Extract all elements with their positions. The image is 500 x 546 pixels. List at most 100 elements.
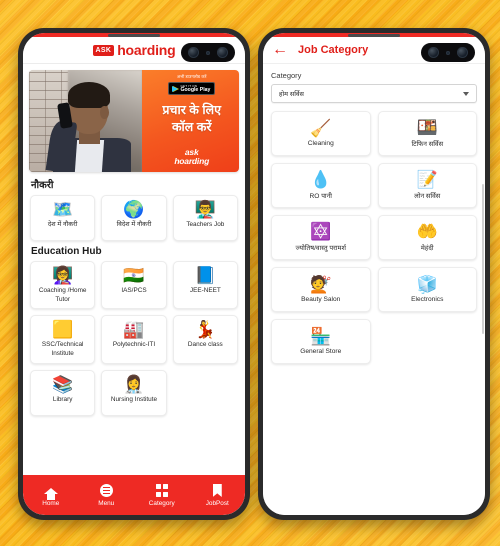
astrology-wheel-icon: 🔯 [310, 222, 332, 241]
mehndi-hand-icon: 🤲 [416, 222, 438, 241]
earpiece-speaker [108, 34, 160, 37]
businessman-illustration [45, 78, 142, 172]
india-flag-icon: 🇮🇳 [123, 266, 145, 285]
job-card-general-store[interactable]: 🏪 General Store [271, 319, 371, 364]
classroom-teacher-icon: 👩‍🏫 [52, 266, 74, 285]
job-card-mehndi[interactable]: 🤲 मेहंदी [377, 215, 477, 260]
card-label: RO पानी [309, 193, 333, 200]
nav-label: JobPost [205, 500, 229, 507]
banner-headline-line1: प्रचार के लिए [162, 103, 221, 118]
category-card-desh-me-naukri[interactable]: 🗺️ देश में नौकरी [30, 195, 96, 241]
job-card-electronics[interactable]: 🧊 Electronics [377, 267, 477, 312]
cleaning-supplies-icon: 🧹 [310, 119, 332, 138]
card-label: SSC/Technical Institute [41, 341, 84, 357]
job-card-astrology-vastu[interactable]: 🔯 ज्योतिष/वास्तु परामर्श [271, 215, 371, 260]
chevron-down-icon [463, 91, 469, 96]
google-play-badge[interactable]: GET IT ON Google Play [167, 82, 216, 96]
category-field-label: Category [271, 71, 302, 80]
card-label: IAS/PCS [121, 287, 147, 294]
nav-item-menu[interactable]: Menu [83, 483, 129, 507]
bottom-navigation-bar: Home Menu Category JobPost [23, 475, 245, 515]
camera-sensor-icon [205, 50, 210, 55]
jobpost-bookmark-icon [210, 483, 225, 498]
job-card-cleaning[interactable]: 🧹 Cleaning [271, 111, 371, 156]
job-category-grid: 🧹 Cleaning 🍱 टिफिन सर्विस 💧 RO पानी 📝 लो… [263, 103, 485, 364]
card-label: JEE-NEET [189, 287, 221, 294]
card-label: मेहंदी [420, 245, 434, 252]
beauty-salon-icon: 💇 [310, 275, 332, 294]
category-card-ias-pcs[interactable]: 🇮🇳 IAS/PCS [101, 261, 167, 310]
scrollbar[interactable] [482, 184, 484, 334]
card-label: Polytechnic-ITI [112, 341, 156, 349]
category-card-library[interactable]: 📚 Library [30, 369, 96, 416]
camera-lens-secondary-icon [216, 47, 228, 58]
category-card-coaching-home-tutor[interactable]: 👩‍🏫 Coaching /Home Tutor [30, 261, 96, 310]
category-select[interactable]: होम सर्विस [271, 84, 477, 103]
phone-mockup-right: ← Job Category Category होम सर्विस 🧹 Cle… [256, 26, 492, 522]
home-icon [43, 483, 58, 500]
category-selected-value: होम सर्विस [279, 91, 304, 98]
promo-banner[interactable]: अभी डाउनलोड करें GET IT ON Google Play प… [29, 70, 239, 172]
job-card-beauty-salon[interactable]: 💇 Beauty Salon [271, 267, 371, 312]
banner-headline: प्रचार के लिए कॉल करें [162, 102, 221, 135]
card-label: Nursing Institute [110, 395, 158, 403]
card-label: टिफिन सर्विस [411, 141, 444, 148]
nav-label: Menu [98, 500, 115, 507]
back-arrow-icon[interactable]: ← [272, 42, 288, 58]
teacher-icon: 👨‍🏫 [194, 200, 216, 219]
job-card-tiffin-service[interactable]: 🍱 टिफिन सर्विस [377, 111, 477, 156]
industrial-icon: 🏭 [123, 320, 145, 340]
category-card-dance-class[interactable]: 💃 Dance class [172, 315, 238, 364]
jobs-card-grid: 🗺️ देश में नौकरी 🌍 विदेश में नौकरी 👨‍🏫 T… [23, 195, 245, 241]
google-play-name-label: Google Play [180, 86, 211, 93]
job-card-loan-service[interactable]: 📝 लोन सर्विस [377, 163, 477, 208]
category-card-polytechnic-iti[interactable]: 🏭 Polytechnic-ITI [101, 315, 167, 364]
section-title-education-hub: Education Hub [31, 246, 102, 257]
nav-item-home[interactable]: Home [28, 483, 74, 507]
banner-brand-line2: hoarding [174, 156, 210, 167]
banner-headline-line2: कॉल करें [171, 119, 212, 134]
education-card-grid: 👩‍🏫 Coaching /Home Tutor 🇮🇳 IAS/PCS 📘 JE… [23, 261, 245, 416]
card-label: देश में नौकरी [47, 221, 78, 228]
front-camera-cutout [181, 43, 235, 62]
google-play-icon [171, 85, 178, 92]
job-category-scroll-area[interactable]: Category होम सर्विस 🧹 Cleaning 🍱 टिफिन स… [263, 64, 485, 515]
app-logo[interactable]: ASK hoarding [92, 42, 176, 58]
card-label: लोन सर्विस [414, 193, 441, 200]
nav-item-category[interactable]: Category [139, 483, 185, 507]
category-card-nursing-institute[interactable]: 👩‍⚕️ Nursing Institute [101, 369, 167, 416]
store-icon: 🏪 [310, 327, 332, 346]
camera-lens-icon [428, 47, 440, 58]
tiffin-box-icon: 🍱 [416, 118, 438, 137]
category-card-videsh-me-naukri[interactable]: 🌍 विदेश में नौकरी [101, 195, 167, 241]
electronics-appliance-icon: 🧊 [416, 275, 438, 294]
ssc-badge-icon: 🟨 [52, 320, 74, 340]
job-card-ro-water[interactable]: 💧 RO पानी [271, 163, 371, 208]
india-map-icon: 🗺️ [52, 200, 74, 219]
nav-label: Home [42, 500, 60, 507]
card-label: Cleaning [307, 140, 334, 147]
banner-download-text: अभी डाउनलोड करें [176, 74, 207, 79]
card-label: विदेश में नौकरी [116, 221, 152, 228]
nav-item-jobpost[interactable]: JobPost [194, 483, 240, 507]
card-label: Teachers Job [186, 221, 225, 228]
card-label: Coaching /Home Tutor [38, 287, 87, 303]
right-phone-screen: ← Job Category Category होम सर्विस 🧹 Cle… [263, 33, 485, 515]
category-card-jee-neet[interactable]: 📘 JEE-NEET [172, 261, 238, 310]
card-label: Beauty Salon [301, 296, 341, 303]
card-label: ज्योतिष/वास्तु परामर्श [295, 245, 347, 252]
home-scroll-area[interactable]: अभी डाउनलोड करें GET IT ON Google Play प… [23, 64, 245, 475]
card-label: Electronics [411, 296, 444, 303]
globe-icon: 🌍 [123, 200, 145, 219]
phone-mockup-left: ASK hoarding अभी डाउनलोड करें GET IT ON … [16, 26, 252, 522]
category-card-teachers-job[interactable]: 👨‍🏫 Teachers Job [172, 195, 238, 241]
book-badge-icon: 📘 [194, 266, 216, 285]
camera-sensor-icon [445, 50, 450, 55]
category-grid-icon [154, 483, 169, 498]
card-label: Library [52, 395, 73, 403]
logo-badge-icon: ASK [92, 44, 115, 56]
page-title: Job Category [298, 44, 369, 56]
dancer-icon: 💃 [194, 320, 216, 340]
logo-text: hoarding [117, 42, 176, 58]
category-card-ssc-technical-institute[interactable]: 🟨 SSC/Technical Institute [30, 315, 96, 364]
